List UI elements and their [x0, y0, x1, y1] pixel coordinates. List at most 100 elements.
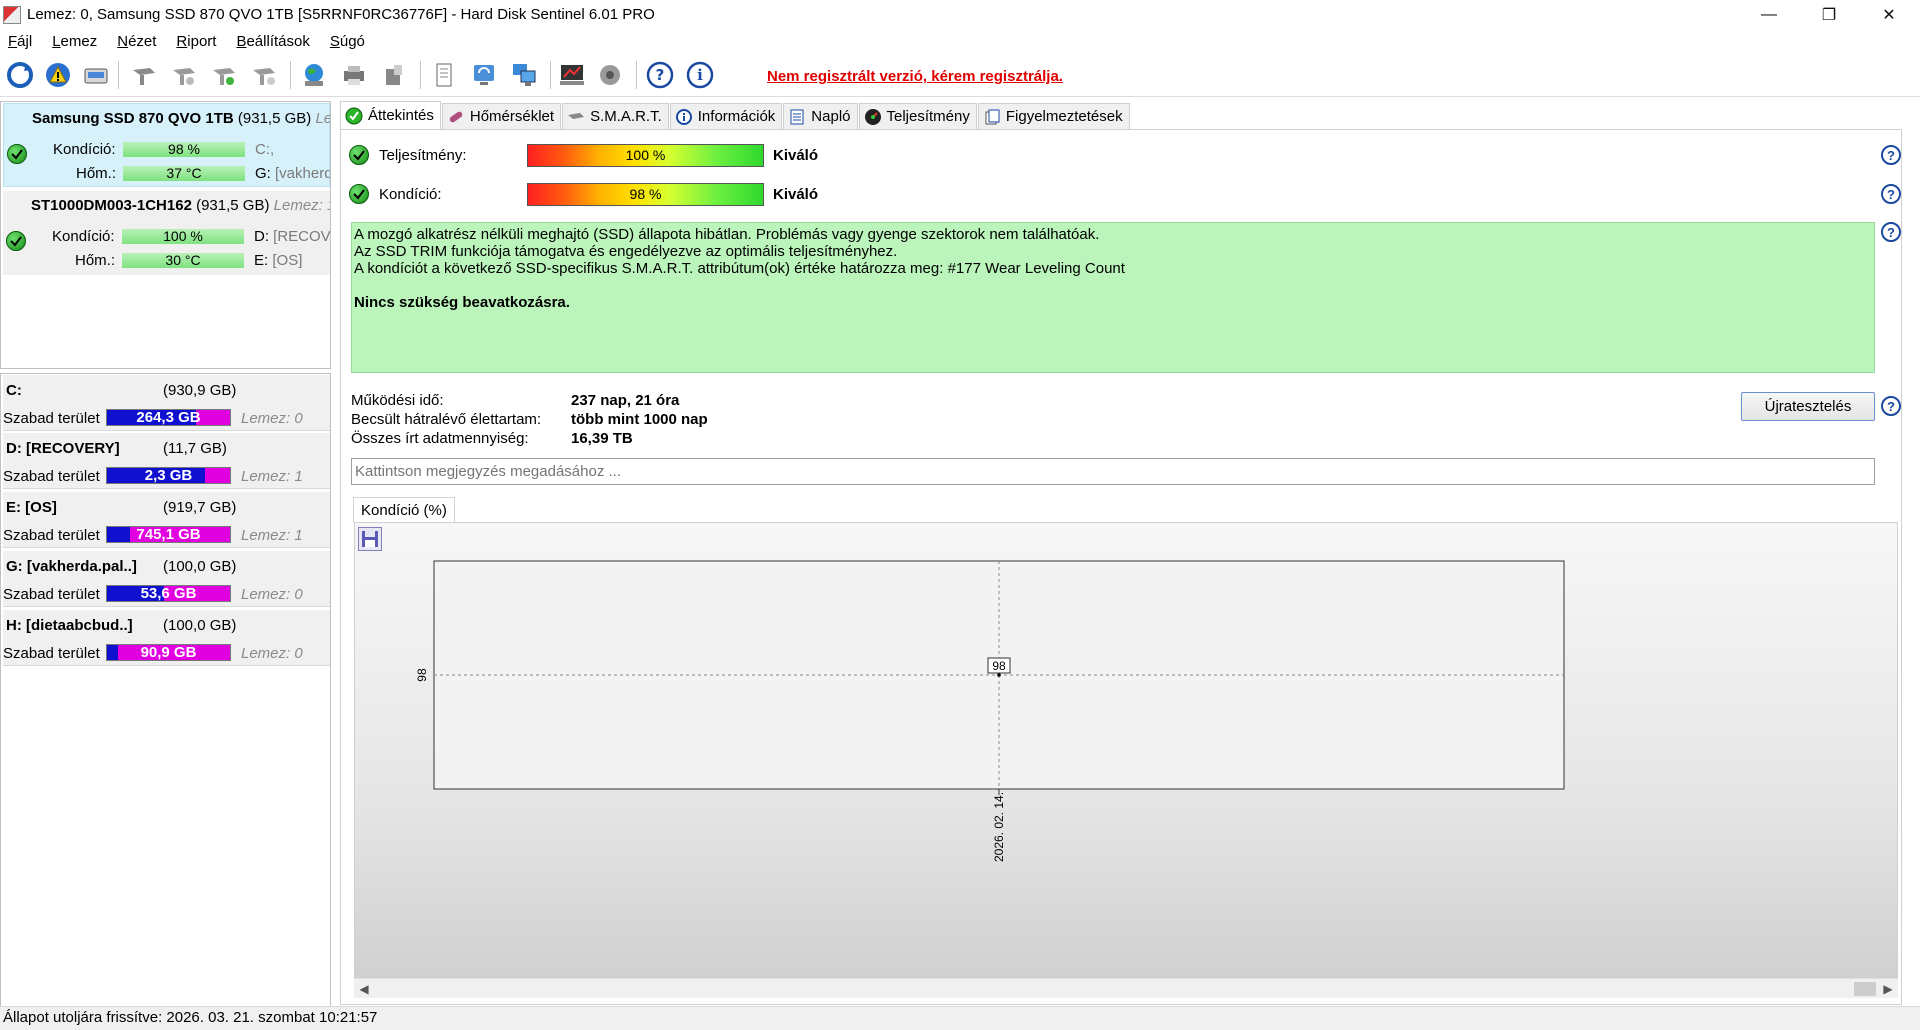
chart-horizontal-scrollbar[interactable]: ◀ ▶: [354, 978, 1898, 998]
menu-report[interactable]: Riport: [176, 33, 216, 50]
disk-volume-label: D: [RECOVE: [254, 228, 331, 245]
svg-text:?: ?: [656, 66, 665, 84]
message-line: A kondíciót a következő SSD-specifikus S…: [354, 260, 1125, 277]
log-icon: [788, 108, 806, 126]
tab-log[interactable]: Napló: [783, 103, 858, 129]
condition-ok-icon: [349, 184, 369, 204]
menu-help[interactable]: Súgó: [330, 33, 365, 50]
free-space-bar: 90,9 GB: [106, 644, 231, 661]
restore-button[interactable]: ❐: [1800, 0, 1858, 29]
monitor-network-icon[interactable]: [508, 59, 540, 91]
close-button[interactable]: ✕: [1860, 0, 1918, 29]
info-icon[interactable]: i: [684, 59, 716, 91]
volume-size: (100,0 GB): [163, 617, 237, 634]
toolbar-separator: [118, 61, 119, 89]
drive-test3-icon[interactable]: [208, 59, 240, 91]
tab-performance[interactable]: Teljesítmény: [858, 103, 977, 129]
condition-chart-area: 98 98 2026. 02. 14.: [354, 522, 1898, 978]
retest-button[interactable]: Újratesztelés: [1741, 392, 1875, 421]
disk-volume-label: G: [vakherd: [255, 165, 331, 182]
volume-list-panel: C: (930,9 GB) Szabad terület 264,3 GB Le…: [0, 373, 331, 1011]
retest-help-icon[interactable]: ?: [1881, 396, 1901, 416]
lifetime-value: több mint 1000 nap: [571, 411, 708, 428]
thermometer-icon: [447, 108, 465, 126]
overview-panel: Teljesítmény: 100 % Kiváló ? Kondíció: 9…: [340, 129, 1902, 1005]
volume-entry[interactable]: G: [vakherda.pal..] (100,0 GB) Szabad te…: [3, 551, 330, 607]
volume-name: H: [dietaabcbud..]: [6, 617, 133, 634]
condition-rating: Kiváló: [773, 186, 819, 203]
note-input[interactable]: [351, 458, 1875, 485]
performance-label: Teljesítmény:: [379, 147, 467, 164]
info-tab-icon: [675, 108, 693, 126]
minimize-button[interactable]: —: [1740, 0, 1798, 29]
benchmark-icon[interactable]: [556, 59, 588, 91]
printer-icon[interactable]: [338, 59, 370, 91]
smart-icon: [567, 108, 585, 126]
disk-volume-label: E: [OS]: [254, 252, 303, 269]
volume-size: (919,7 GB): [163, 499, 237, 516]
settings-icon[interactable]: [594, 59, 626, 91]
volume-entry[interactable]: D: [RECOVERY] (11,7 GB) Szabad terület 2…: [3, 433, 330, 489]
condition-help-icon[interactable]: ?: [1881, 184, 1901, 204]
message-line: Az SSD TRIM funkciója támogatva és enged…: [354, 243, 898, 260]
tab-overview[interactable]: Áttekintés: [340, 101, 441, 129]
scroll-left-icon[interactable]: ◀: [354, 979, 374, 999]
report-icon[interactable]: [428, 59, 460, 91]
volume-entry[interactable]: H: [dietaabcbud..] (100,0 GB) Szabad ter…: [3, 610, 330, 666]
volume-entry[interactable]: C: (930,9 GB) Szabad terület 264,3 GB Le…: [3, 375, 330, 431]
free-space-label: Szabad terület: [3, 527, 100, 544]
drive-test2-icon[interactable]: [168, 59, 200, 91]
tab-information[interactable]: Információk: [669, 103, 783, 129]
toolbar: ? i Nem regisztrált verzió, kérem regisz…: [0, 53, 1920, 97]
volume-entry[interactable]: E: [OS] (919,7 GB) Szabad terület 745,1 …: [3, 492, 330, 548]
globe-icon[interactable]: [298, 59, 330, 91]
app-icon: [3, 5, 21, 24]
tab-warnings[interactable]: Figyelmeztetések: [977, 103, 1130, 129]
performance-help-icon[interactable]: ?: [1881, 145, 1901, 165]
tab-temperature[interactable]: Hőmérséklet: [441, 103, 562, 129]
drive-test4-icon[interactable]: [248, 59, 280, 91]
temperature-bar: 30 °C: [122, 253, 244, 268]
disk-volume-label: C:,: [255, 141, 275, 158]
menu-file[interactable]: Fájl: [8, 33, 32, 50]
free-space-bar: 2,3 GB: [106, 467, 231, 484]
menu-settings[interactable]: Beállítások: [236, 33, 309, 50]
condition-label: Kondíció:: [379, 186, 442, 203]
performance-rating: Kiváló: [773, 147, 819, 164]
menu-bar: Fájl Lemez Nézet Riport Beállítások Súgó: [0, 29, 1920, 53]
disk-entry-1[interactable]: ST1000DM003-1CH162 (931,5 GB) Lemez: 1 K…: [3, 191, 330, 275]
volume-disk: Lemez: 0: [241, 410, 303, 427]
tab-condition-chart[interactable]: Kondíció (%): [353, 497, 455, 522]
uptime-value: 237 nap, 21 óra: [571, 392, 680, 409]
tab-smart[interactable]: S.M.A.R.T.: [562, 103, 669, 129]
volume-name: C:: [6, 382, 22, 399]
free-space-label: Szabad terület: [3, 645, 100, 662]
help-icon[interactable]: ?: [644, 59, 676, 91]
scroll-right-icon[interactable]: ▶: [1878, 979, 1898, 999]
toolbar-separator: [420, 61, 421, 89]
volume-disk: Lemez: 1: [241, 468, 303, 485]
scanner-icon[interactable]: [378, 59, 410, 91]
drive-test-icon[interactable]: [128, 59, 160, 91]
refresh-icon[interactable]: [4, 59, 36, 91]
toolbar-separator: [636, 61, 637, 89]
scroll-thumb[interactable]: [1854, 982, 1876, 996]
disk-entry-0[interactable]: Samsung SSD 870 QVO 1TB (931,5 GB) Lem K…: [3, 103, 330, 187]
condition-bar: 100 %: [122, 229, 244, 244]
free-space-bar: 264,3 GB: [106, 409, 231, 426]
temperature-label: Hőm.:: [76, 165, 117, 182]
condition-label: Kondíció:: [52, 228, 115, 245]
alert-icon[interactable]: [42, 59, 74, 91]
app-window: Lemez: 0, Samsung SSD 870 QVO 1TB [S5RRN…: [0, 0, 1920, 1030]
condition-label: Kondíció:: [53, 141, 116, 158]
register-link[interactable]: Nem regisztrált verzió, kérem regisztrál…: [767, 68, 1063, 85]
uptime-label: Működési idő:: [351, 392, 444, 409]
menu-disk[interactable]: Lemez: [52, 33, 97, 50]
network-icon[interactable]: [468, 59, 500, 91]
menu-view[interactable]: Nézet: [117, 33, 156, 50]
free-space-bar: 745,1 GB: [106, 526, 231, 543]
message-help-icon[interactable]: ?: [1881, 222, 1901, 242]
status-message-box: A mozgó alkatrész nélküli meghajtó (SSD)…: [351, 222, 1875, 373]
disk-icon[interactable]: [80, 59, 112, 91]
performance-meter: 100 %: [527, 144, 764, 167]
